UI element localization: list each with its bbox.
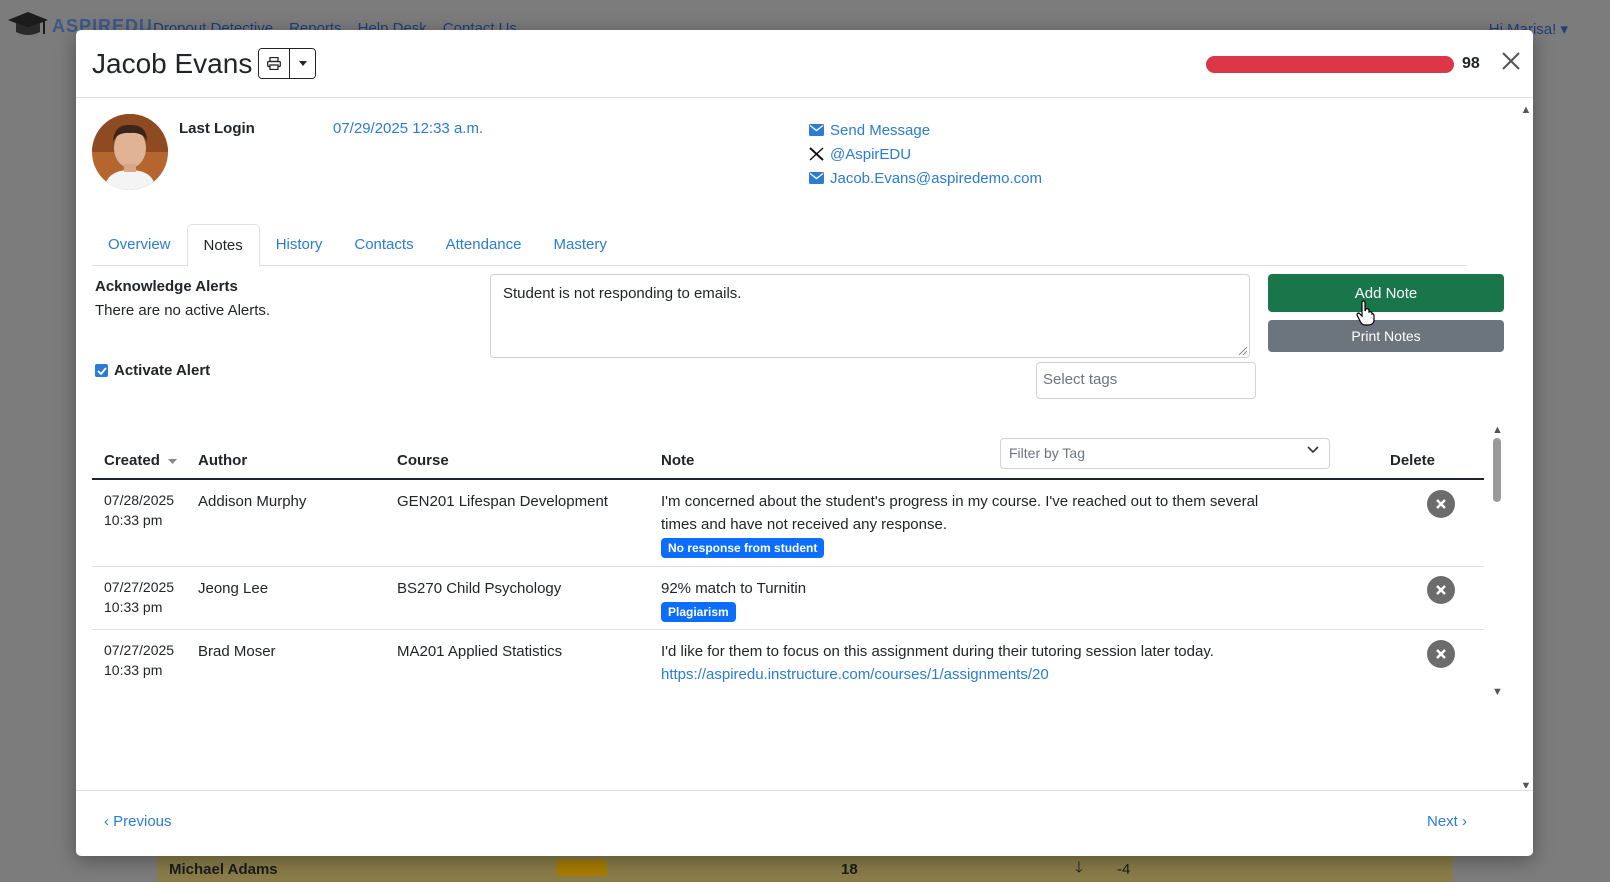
tag-badge: No response from student [661,538,825,558]
row-course: MA201 Applied Statistics [397,643,563,660]
contact-links: Send Message @AspirEDU Jacob.Evans@aspir… [809,118,1042,190]
background-student-row: Michael Adams 18 🡓 -4 [157,856,1453,882]
row-author: Brad Moser [198,643,276,660]
tab-attendance[interactable]: Attendance [430,224,538,266]
col-created-header[interactable]: Created [104,452,178,469]
send-message-link[interactable]: Send Message [809,118,1042,142]
row-note: 92% match to Turnitin Plagiarism [661,577,806,623]
close-icon [1502,52,1520,70]
modal-scroll-down[interactable]: ▼ [1519,780,1533,788]
avatar [92,114,168,190]
table-row: 07/27/2025 10:33 pm Jeong Lee BS270 Child… [92,567,1484,630]
row-risk-change: -4 [1117,860,1131,878]
x-circle-icon [1436,585,1446,595]
modal-header: Jacob Evans 98 [76,30,1533,98]
row-created: 07/27/2025 10:33 pm [104,579,175,615]
risk-score-bar [1206,56,1454,73]
x-circle-icon [1436,649,1446,659]
select-tags-input[interactable]: Select tags [1036,362,1256,399]
hand-cursor-icon [1356,300,1375,326]
table-row: 07/28/2025 10:33 pm Addison Murphy GEN201… [92,480,1484,567]
note-textarea[interactable] [490,274,1250,358]
envelope-icon [809,172,824,184]
row-note: I'm concerned about the student's progre… [661,490,1258,559]
row-created: 07/28/2025 10:33 pm [104,492,175,528]
print-button[interactable] [259,49,289,78]
resize-grip-icon[interactable] [1239,347,1247,355]
no-alerts-text: There are no active Alerts. [95,302,271,319]
col-author-header: Author [198,452,248,469]
twitter-link[interactable]: @AspirEDU [809,142,1042,166]
tab-overview[interactable]: Overview [92,224,187,266]
caret-down-icon [298,61,307,66]
chevron-down-icon [1307,446,1319,454]
sort-down-icon [168,458,178,464]
print-button-group [258,48,316,79]
modal-body: ▲ ▼ Last Login 07/29/2025 12:33 a.m. Sen… [76,98,1533,788]
activate-alert-checkbox[interactable]: Activate Alert [95,362,210,379]
close-button[interactable] [1496,46,1526,76]
modal-scroll-up[interactable]: ▲ [1519,104,1533,116]
last-login-label: Last Login [179,120,255,137]
col-delete-header: Delete [1390,452,1436,469]
scrollbar-thumb[interactable] [1493,438,1501,502]
delete-note-button[interactable] [1427,490,1455,518]
notes-table: Created Author Course Note Filter by Tag… [92,424,1490,714]
activate-alert-label: Activate Alert [114,362,211,379]
graduation-cap-icon [8,12,48,35]
scroll-down-arrow-icon[interactable]: ▼ [1492,686,1503,698]
tag-badge: Plagiarism [661,602,736,622]
previous-student-link[interactable]: ‹ Previous [104,813,172,830]
tab-notes[interactable]: Notes [186,224,260,267]
row-course: BS270 Child Psychology [397,580,562,597]
row-author: Jeong Lee [198,580,269,597]
filter-by-tag-select[interactable]: Filter by Tag [1000,438,1330,469]
next-student-link[interactable]: Next › [1427,813,1467,830]
row-risk-bar [557,860,607,876]
col-note-header: Note [661,452,695,469]
printer-icon [267,57,281,70]
row-created: 07/27/2025 10:33 pm [104,642,175,678]
envelope-icon [809,124,824,136]
acknowledge-alerts-title: Acknowledge Alerts [95,278,238,295]
row-student-name: Michael Adams [169,860,278,878]
student-tabs: Overview Notes History Contacts Attendan… [92,224,1467,267]
assignment-link[interactable]: https://aspiredu.instructure.com/courses… [661,663,1214,686]
x-circle-icon [1436,499,1446,509]
print-dropdown-toggle[interactable] [289,49,315,78]
col-course-header: Course [397,452,449,469]
notes-table-scrollbar[interactable]: ▲ ▼ [1490,424,1504,714]
student-modal: Jacob Evans 98 ▲ ▼ Last Login 07/29/2025… [76,30,1533,856]
tab-mastery[interactable]: Mastery [537,224,622,266]
student-name: Jacob Evans [92,48,253,79]
row-author: Addison Murphy [198,493,307,510]
scroll-up-arrow-icon[interactable]: ▲ [1492,424,1503,436]
row-course: GEN201 Lifespan Development [397,493,608,510]
row-risk-value: 18 [841,860,858,878]
tab-history[interactable]: History [260,224,339,266]
x-twitter-icon [809,147,824,161]
delete-note-button[interactable] [1427,576,1455,604]
email-link[interactable]: Jacob.Evans@aspiredemo.com [809,166,1042,190]
table-row: 07/27/2025 10:33 pm Brad Moser MA201 Appl… [92,630,1484,714]
checkbox-checked-icon[interactable] [95,364,108,377]
row-note: I'd like for them to focus on this assig… [661,640,1214,686]
add-note-button[interactable]: Add Note [1268,274,1504,312]
tab-contacts[interactable]: Contacts [338,224,429,266]
risk-score-value: 98 [1462,55,1480,72]
modal-footer: ‹ Previous Next › [76,790,1533,856]
print-notes-button[interactable]: Print Notes [1268,320,1504,352]
delete-note-button[interactable] [1427,640,1455,668]
last-login-value: 07/29/2025 12:33 a.m. [333,120,484,137]
arrow-down-icon: 🡓 [1075,858,1083,876]
